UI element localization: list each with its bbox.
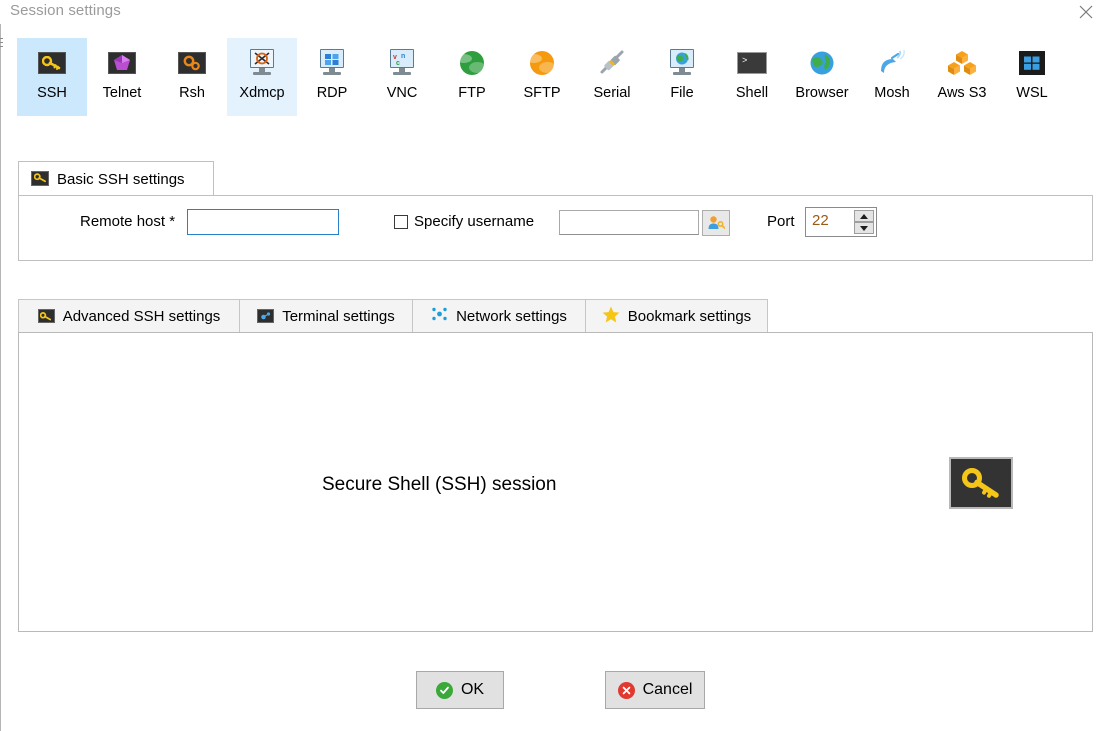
session-type-wsl[interactable]: WSL bbox=[997, 38, 1067, 116]
aws-s3-cubes-icon bbox=[946, 47, 978, 79]
session-type-label: Rsh bbox=[179, 85, 205, 101]
cancel-button-label: Cancel bbox=[642, 681, 693, 698]
wsl-windows-icon bbox=[1016, 47, 1048, 79]
session-type-label: FTP bbox=[458, 85, 486, 101]
sftp-globe-icon bbox=[526, 47, 558, 79]
session-type-browser[interactable]: Browser bbox=[787, 38, 857, 116]
telnet-gem-icon bbox=[106, 47, 138, 79]
port-spinner[interactable]: 22 bbox=[805, 207, 877, 237]
ssh-key-large-icon bbox=[949, 457, 1013, 509]
session-type-serial[interactable]: Serial bbox=[577, 38, 647, 116]
tab-network-settings[interactable]: Network settings bbox=[412, 299, 586, 333]
session-type-mosh[interactable]: Mosh bbox=[857, 38, 927, 116]
check-circle-icon bbox=[435, 681, 453, 699]
terminal-icon bbox=[257, 308, 275, 326]
rsh-gears-icon bbox=[176, 47, 208, 79]
session-type-label: RDP bbox=[316, 85, 348, 101]
file-monitor-icon bbox=[666, 47, 698, 79]
specify-username-checkbox[interactable] bbox=[394, 215, 408, 229]
shell-prompt-icon: > bbox=[736, 47, 768, 79]
session-type-ftp[interactable]: FTP bbox=[437, 38, 507, 116]
window-title: Session settings bbox=[10, 2, 121, 19]
window-left-edge bbox=[0, 24, 1, 731]
session-type-label: Shell bbox=[735, 85, 769, 101]
session-type-label: VNC bbox=[386, 85, 418, 101]
remote-host-input[interactable] bbox=[187, 209, 339, 235]
tab-label: Basic SSH settings bbox=[57, 170, 185, 188]
session-type-telnet[interactable]: Telnet bbox=[87, 38, 157, 116]
session-type-label: SSH bbox=[37, 85, 67, 101]
star-icon bbox=[602, 306, 620, 328]
svg-text:c: c bbox=[396, 60, 400, 66]
serial-plug-icon bbox=[596, 47, 628, 79]
session-type-label: Browser bbox=[795, 85, 849, 101]
tab-advanced-ssh-settings[interactable]: Advanced SSH settings bbox=[18, 299, 240, 333]
spin-down-icon[interactable] bbox=[854, 222, 874, 234]
session-type-label: WSL bbox=[1016, 85, 1048, 101]
tab-basic-ssh-settings[interactable]: Basic SSH settings bbox=[18, 161, 214, 196]
remote-host-label: Remote host * bbox=[80, 213, 176, 230]
cancel-circle-icon bbox=[617, 681, 635, 699]
user-key-icon[interactable] bbox=[702, 210, 730, 236]
tab-label: Advanced SSH settings bbox=[62, 308, 221, 325]
vnc-monitor-icon: v n c bbox=[386, 47, 418, 79]
port-value: 22 bbox=[812, 212, 829, 229]
ok-button-label: OK bbox=[460, 681, 485, 698]
tab-label: Bookmark settings bbox=[627, 308, 752, 325]
browser-globe-icon bbox=[806, 47, 838, 79]
svg-text:>: > bbox=[742, 56, 747, 66]
session-type-label: Serial bbox=[593, 85, 631, 101]
session-type-label: File bbox=[670, 85, 694, 101]
session-type-label: Telnet bbox=[102, 85, 142, 101]
session-type-xdmcp[interactable]: Xdmcp bbox=[227, 38, 297, 116]
ok-button[interactable]: OK bbox=[416, 671, 504, 709]
session-type-sftp[interactable]: SFTP bbox=[507, 38, 577, 116]
basic-settings-body: Remote host * Specify username Port 22 bbox=[18, 195, 1093, 261]
tab-terminal-settings[interactable]: Terminal settings bbox=[239, 299, 413, 333]
ssh-key-icon bbox=[31, 170, 49, 188]
session-type-shell[interactable]: > Shell bbox=[717, 38, 787, 116]
mosh-dish-icon bbox=[876, 47, 908, 79]
session-type-file[interactable]: File bbox=[647, 38, 717, 116]
session-type-vnc[interactable]: v n c VNC bbox=[367, 38, 437, 116]
cancel-button[interactable]: Cancel bbox=[605, 671, 705, 709]
network-dots-icon bbox=[431, 306, 448, 327]
panel-message: Secure Shell (SSH) session bbox=[322, 474, 557, 495]
tab-label: Network settings bbox=[456, 308, 567, 325]
session-settings-dialog: Session settings SSH Telnet Rsh Xdmcp RD… bbox=[0, 0, 1107, 731]
session-type-toolbar: SSH Telnet Rsh Xdmcp RDP v n c VNC FTP S… bbox=[0, 30, 1107, 125]
session-type-label: Xdmcp bbox=[239, 85, 285, 101]
port-label: Port bbox=[767, 213, 795, 230]
xdmcp-x-icon bbox=[246, 47, 278, 79]
session-type-label: Aws S3 bbox=[937, 85, 987, 101]
spin-up-icon[interactable] bbox=[854, 210, 874, 222]
ftp-globe-icon bbox=[456, 47, 488, 79]
session-type-label: SFTP bbox=[523, 85, 561, 101]
tab-label: Terminal settings bbox=[282, 308, 395, 325]
session-type-label: Mosh bbox=[874, 85, 910, 101]
username-input[interactable] bbox=[559, 210, 699, 235]
session-type-aws-s3[interactable]: Aws S3 bbox=[927, 38, 997, 116]
rdp-windows-icon bbox=[316, 47, 348, 79]
specify-username-label: Specify username bbox=[414, 213, 535, 230]
svg-text:n: n bbox=[401, 53, 405, 60]
session-type-ssh[interactable]: SSH bbox=[17, 38, 87, 116]
session-type-rsh[interactable]: Rsh bbox=[157, 38, 227, 116]
title-bar: Session settings bbox=[0, 0, 1107, 24]
tab-bookmark-settings[interactable]: Bookmark settings bbox=[585, 299, 768, 333]
ssh-key-icon bbox=[36, 47, 68, 79]
close-icon[interactable] bbox=[1069, 0, 1103, 24]
ssh-key-icon bbox=[37, 308, 55, 326]
session-type-rdp[interactable]: RDP bbox=[297, 38, 367, 116]
basic-settings-tab-row: Basic SSH settings bbox=[18, 161, 1093, 196]
